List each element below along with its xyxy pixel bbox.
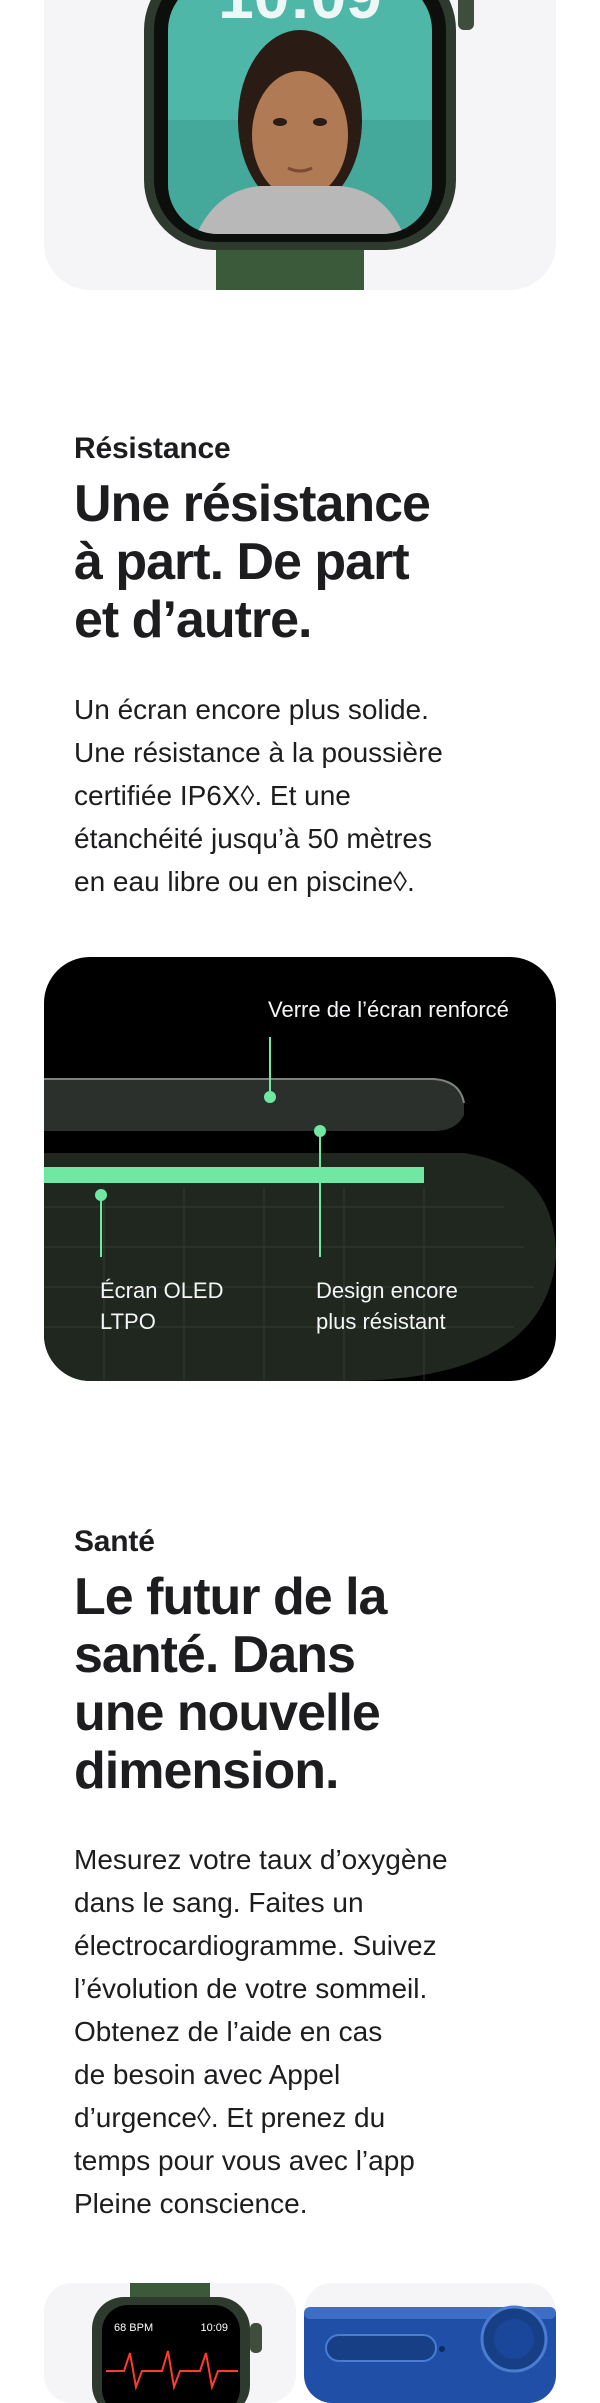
copy-line: temps pour vous avec l’app [74, 2145, 415, 2176]
copy-line: l’évolution de votre sommeil. [74, 1973, 428, 2004]
health-copy: Mesurez votre taux d’oxygène dans le san… [74, 1838, 554, 2225]
label-line: plus résistant [316, 1309, 446, 1334]
headline-line: à part. De part [74, 533, 410, 591]
case-body [44, 1153, 556, 1381]
watch-crown [250, 2323, 262, 2353]
watch-crown [458, 0, 474, 30]
label-line: LTPO [100, 1309, 156, 1334]
copy-line: Pleine conscience. [74, 2188, 308, 2219]
oled-callout-dot [95, 1189, 107, 1201]
blue-watch-illustration [304, 2305, 556, 2403]
glass-callout-dot [264, 1091, 276, 1103]
resistance-copy-text: Un écran encore plus solide. Une résista… [74, 688, 554, 903]
label-line: Écran OLED [100, 1278, 224, 1303]
ecg-watch-illustration: 68 BPM 10:09 [92, 2283, 262, 2403]
blue-watch-card [304, 2283, 556, 2403]
headline-line: et d’autre. [74, 591, 313, 649]
health-headline-text: Le futur de la santé. Dans une nouvelle … [74, 1568, 554, 1800]
durability-diagram-card: Verre de l’écran renforcé Écran OLED LTP… [44, 957, 556, 1381]
label-oled: Écran OLED LTPO [100, 1275, 224, 1337]
headline-line: Une résistance [74, 475, 431, 533]
resistance-headline-text: Une résistance à part. De part et d’autr… [74, 475, 554, 649]
side-button [325, 2334, 437, 2362]
copy-line: Obtenez de l’aide en cas [74, 2016, 383, 2047]
copy-line: d’urgence◊. Et prenez du [74, 2102, 386, 2133]
health-section: Santé [74, 1525, 554, 1559]
headline-line: Le futur de la [74, 1568, 387, 1626]
copy-line: certifiée IP6X◊. Et une [74, 780, 351, 811]
health-copy-text: Mesurez votre taux d’oxygène dans le san… [74, 1838, 554, 2225]
copy-line: étanchéité jusqu’à 50 mètres [74, 823, 432, 854]
health-headline: Le futur de la santé. Dans une nouvelle … [74, 1568, 554, 1800]
resistance-section: Résistance [74, 432, 554, 466]
label-design: Design encore plus résistant [316, 1275, 458, 1337]
copy-line: Mesurez votre taux d’oxygène [74, 1844, 448, 1875]
oled-layer [44, 1167, 424, 1183]
copy-line: Un écran encore plus solide. [74, 694, 429, 725]
watch-hero-card: 10:09 [44, 0, 556, 290]
design-callout-dot [314, 1125, 326, 1137]
microphone-hole [439, 2346, 445, 2352]
watch-facetime-illustration: 10:09 [144, 0, 474, 290]
copy-line: Une résistance à la poussière [74, 737, 443, 768]
ecg-bpm: 68 BPM [114, 2322, 153, 2334]
headline-line: dimension. [74, 1742, 339, 1800]
person-face [252, 71, 348, 199]
health-eyebrow: Santé [74, 1525, 155, 1558]
ecg-watch-card: 68 BPM 10:09 [44, 2283, 296, 2403]
copy-line: dans le sang. Faites un [74, 1887, 364, 1918]
resistance-eyebrow: Résistance [74, 432, 231, 465]
label-glass: Verre de l’écran renforcé [268, 997, 509, 1022]
headline-line: santé. Dans [74, 1626, 356, 1684]
watch-clock-digits: 10:09 [218, 0, 382, 32]
label-line: Design encore [316, 1278, 458, 1303]
headline-line: une nouvelle [74, 1684, 381, 1742]
copy-line: de besoin avec Appel [74, 2059, 341, 2090]
copy-line: électrocardiogramme. Suivez [74, 1930, 437, 1961]
resistance-headline: Une résistance à part. De part et d’autr… [74, 475, 554, 649]
glass-layer [44, 1079, 464, 1131]
copy-line: en eau libre ou en piscine◊. [74, 866, 415, 897]
resistance-copy: Un écran encore plus solide. Une résista… [74, 688, 554, 903]
ecg-time: 10:09 [200, 2322, 228, 2334]
